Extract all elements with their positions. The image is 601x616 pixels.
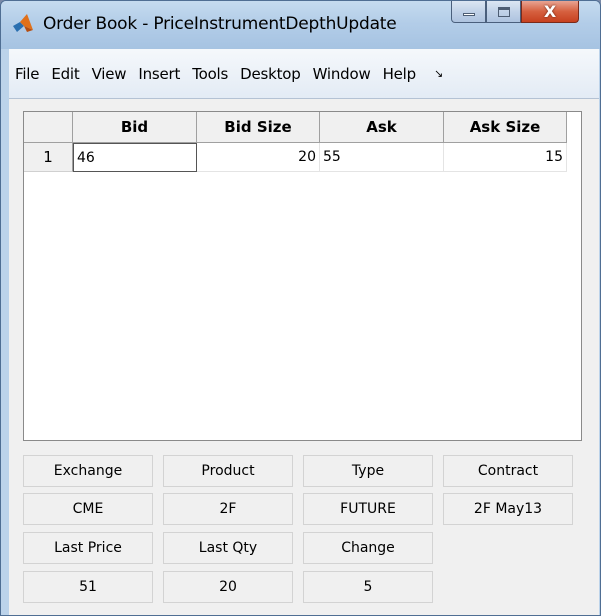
last-qty-label: Last Qty — [163, 532, 293, 564]
order-book-table[interactable]: Bid Bid Size Ask Ask Size 1 46 20 55 15 — [23, 111, 582, 441]
column-header-ask-size[interactable]: Ask Size — [444, 112, 567, 143]
last-qty-value: 20 — [163, 571, 293, 603]
window-controls: X — [451, 1, 579, 27]
menu-view[interactable]: View — [86, 65, 133, 83]
type-value: FUTURE — [303, 493, 433, 525]
column-header-bid-size[interactable]: Bid Size — [197, 112, 320, 143]
change-value: 5 — [303, 571, 433, 603]
maximize-icon — [497, 6, 510, 17]
menu-tools[interactable]: Tools — [186, 65, 234, 83]
change-label: Change — [303, 532, 433, 564]
column-header-bid[interactable]: Bid — [73, 112, 197, 143]
corner-header — [24, 112, 73, 143]
menu-overflow-icon[interactable]: ↘ — [428, 67, 449, 80]
product-label: Product — [163, 455, 293, 487]
cell-ask-size[interactable]: 15 — [444, 143, 567, 172]
column-header-ask[interactable]: Ask — [320, 112, 444, 143]
exchange-label: Exchange — [23, 455, 153, 487]
row-header[interactable]: 1 — [24, 143, 73, 172]
menu-bar: File Edit View Insert Tools Desktop Wind… — [9, 49, 599, 99]
minimize-button[interactable] — [451, 1, 486, 23]
table-header-row: Bid Bid Size Ask Ask Size — [24, 112, 567, 143]
last-price-label: Last Price — [23, 532, 153, 564]
menu-insert[interactable]: Insert — [132, 65, 186, 83]
close-icon: X — [543, 2, 557, 21]
window-title: Order Book - PriceInstrumentDepthUpdate — [43, 14, 397, 34]
menu-file[interactable]: File — [9, 65, 45, 83]
menu-window[interactable]: Window — [307, 65, 377, 83]
order-book-window: Order Book - PriceInstrumentDepthUpdate … — [0, 0, 601, 616]
matlab-icon — [13, 14, 33, 32]
menu-edit[interactable]: Edit — [45, 65, 85, 83]
contract-value: 2F May13 — [443, 493, 573, 525]
close-button[interactable]: X — [521, 1, 579, 23]
figure-area: Bid Bid Size Ask Ask Size 1 46 20 55 15 … — [9, 99, 599, 615]
type-label: Type — [303, 455, 433, 487]
table-row: 1 46 20 55 15 — [24, 143, 567, 172]
last-price-value: 51 — [23, 571, 153, 603]
cell-ask[interactable]: 55 — [320, 143, 444, 172]
contract-label: Contract — [443, 455, 573, 487]
title-bar[interactable]: Order Book - PriceInstrumentDepthUpdate … — [1, 1, 600, 49]
minimize-icon — [462, 13, 475, 16]
cell-bid[interactable]: 46 — [73, 143, 197, 172]
product-value: 2F — [163, 493, 293, 525]
exchange-value: CME — [23, 493, 153, 525]
cell-bid-size[interactable]: 20 — [197, 143, 320, 172]
menu-desktop[interactable]: Desktop — [234, 65, 306, 83]
maximize-button[interactable] — [486, 1, 521, 23]
menu-help[interactable]: Help — [377, 65, 422, 83]
